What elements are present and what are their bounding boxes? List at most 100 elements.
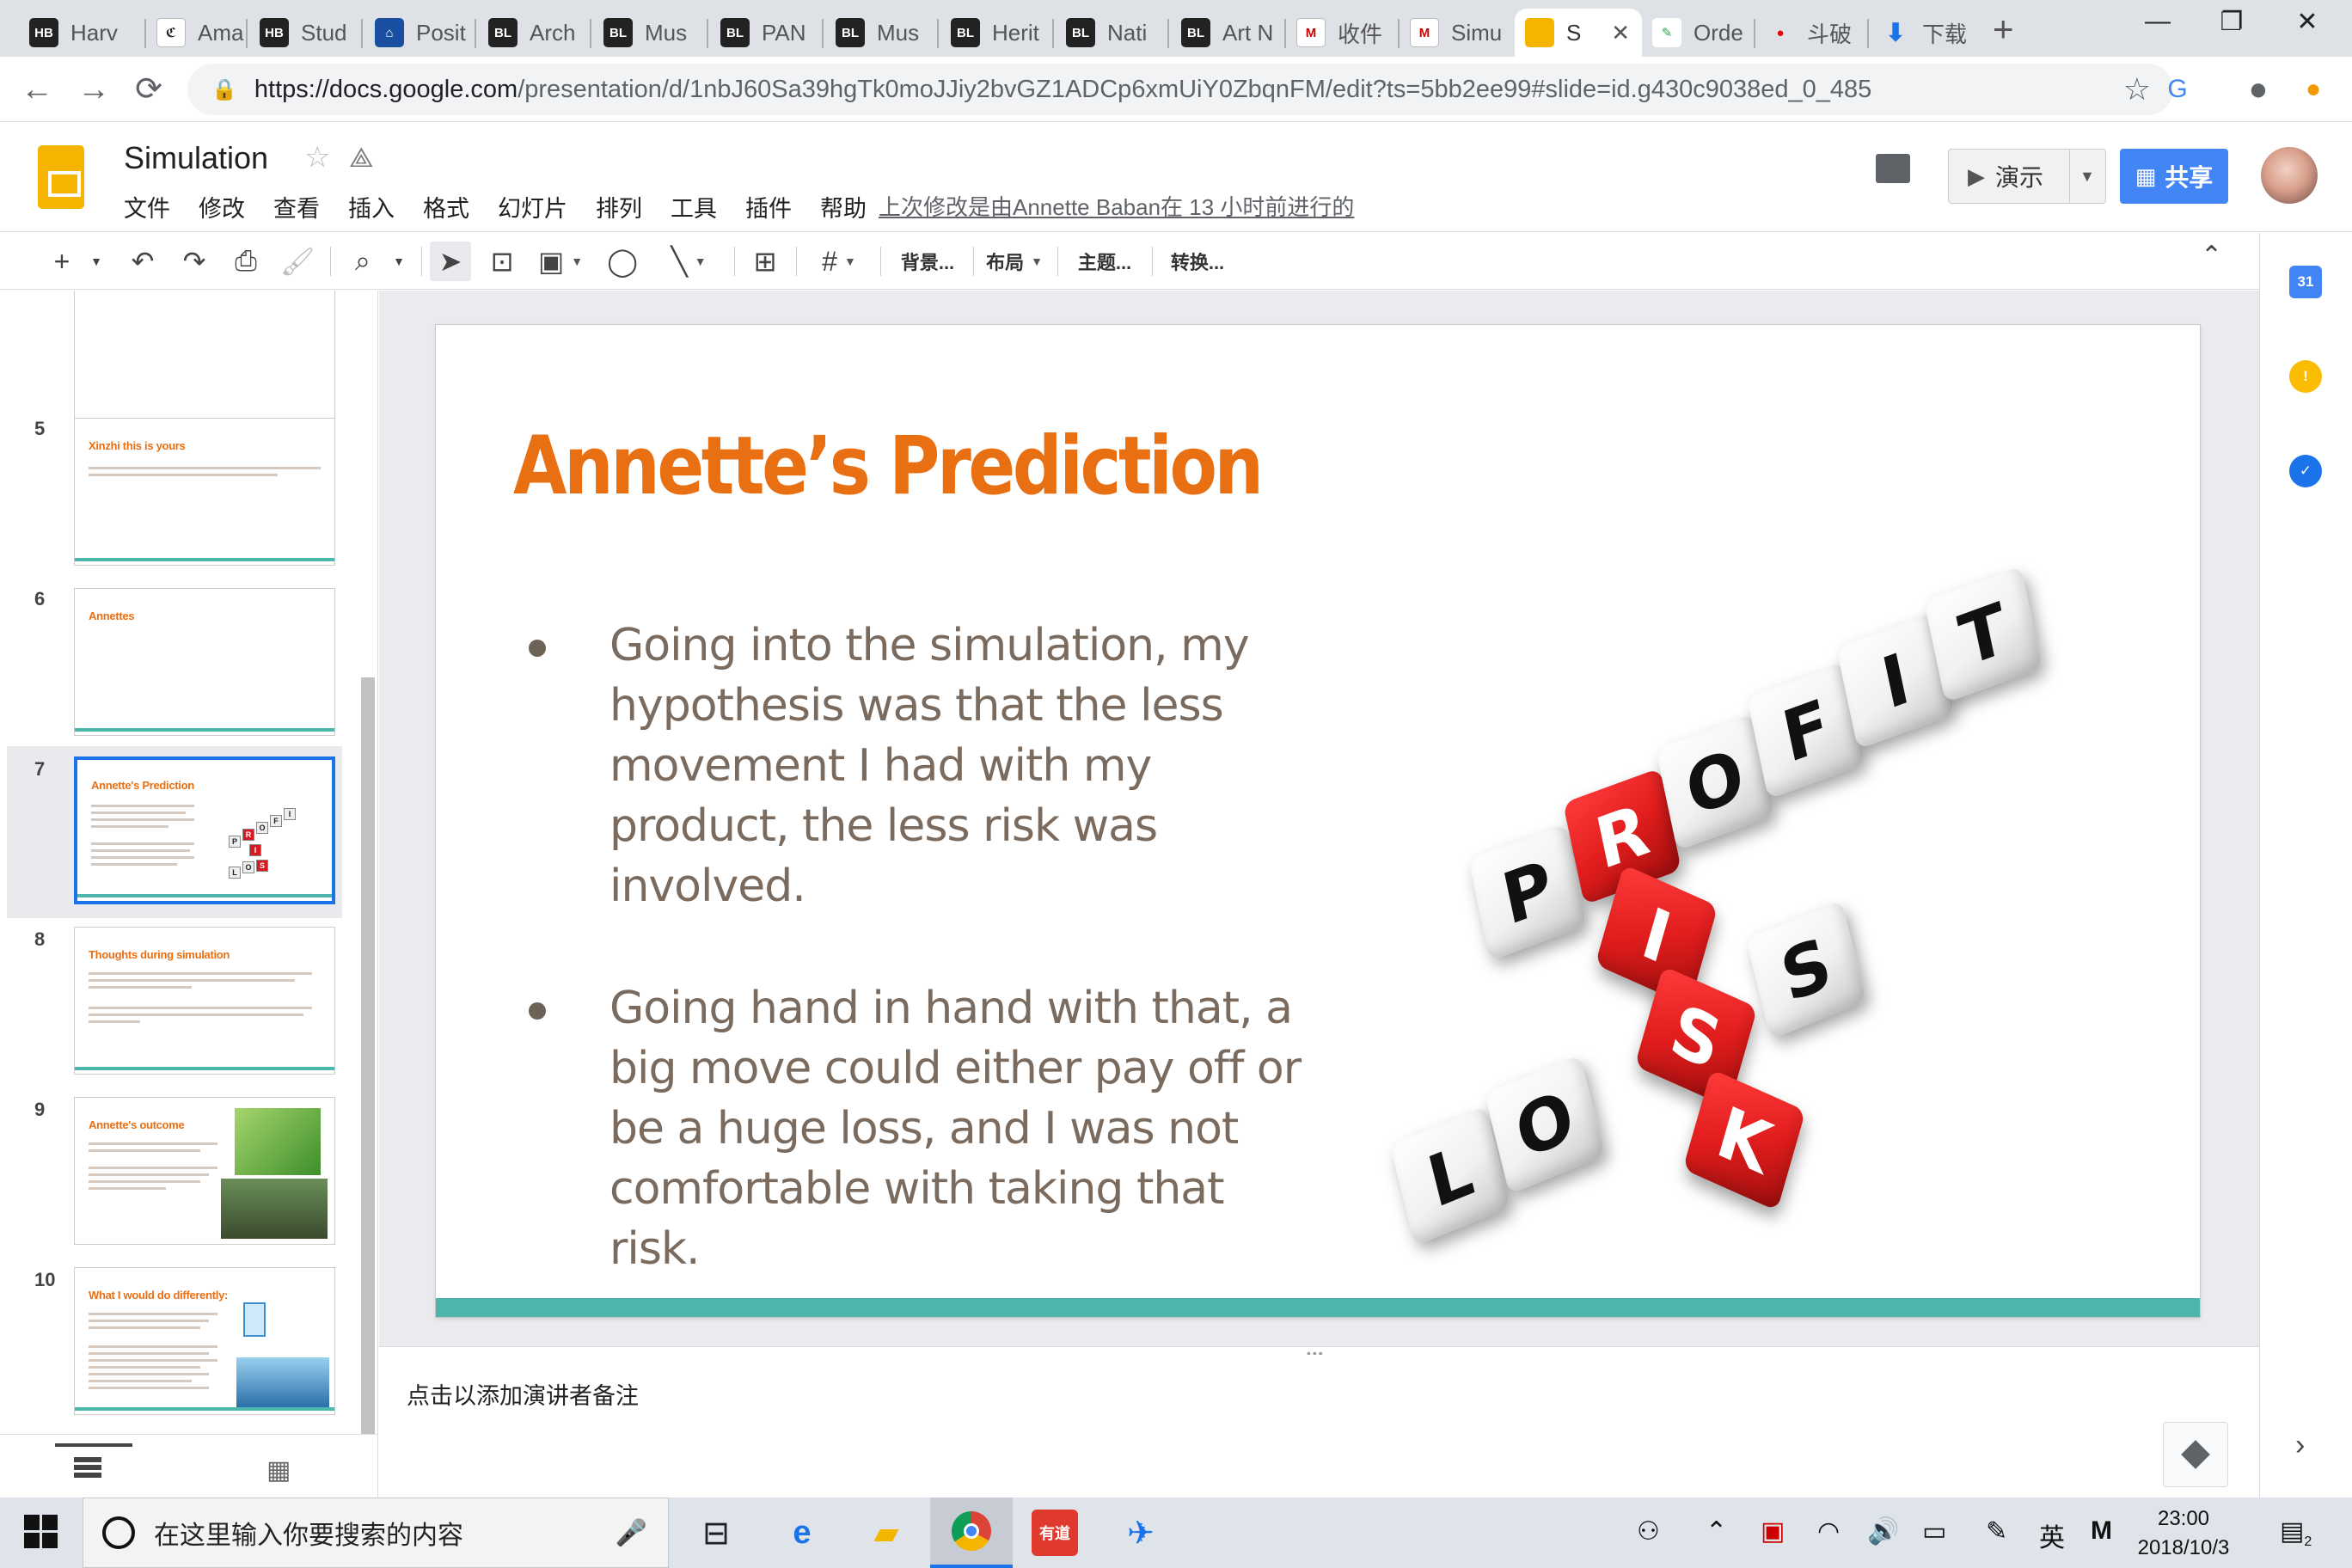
insert-image-icon[interactable]: ▣ ▼ [535, 242, 586, 281]
windows-start-icon[interactable] [24, 1515, 58, 1549]
profit-risk-loss-cubes-image[interactable]: P R O F I T I S K L O S [1373, 566, 2147, 1246]
people-icon[interactable]: ⚇ [1637, 1516, 1660, 1547]
menu-edit[interactable]: 修改 [199, 190, 245, 224]
menu-help[interactable]: 帮助 [820, 190, 867, 224]
volume-icon[interactable]: 🔊 [1867, 1516, 1899, 1547]
paint-format-icon[interactable]: 🖌 [279, 242, 316, 281]
text-box-icon[interactable]: ⊡ [483, 242, 521, 281]
back-button[interactable]: ← [15, 69, 58, 110]
wifi-icon[interactable]: ◠ [1817, 1516, 1840, 1547]
menu-addons[interactable]: 插件 [745, 190, 792, 224]
tab-download[interactable]: ⬇ 下载 [1871, 9, 1986, 57]
transition-button[interactable]: 转换... [1159, 242, 1236, 281]
slide-thumb-6[interactable]: Annettes [74, 588, 335, 736]
bullet-point-2[interactable]: Going hand in hand with that, a big move… [529, 978, 1320, 1279]
share-button[interactable]: ▦ 共享 [2120, 149, 2228, 204]
present-dropdown-icon[interactable]: ▼ [2079, 168, 2095, 186]
task-view-icon[interactable]: ⊟ [693, 1510, 739, 1556]
account-icon[interactable]: ● [2237, 69, 2280, 110]
layout-button[interactable]: 布局 ▼ [980, 242, 1049, 281]
taskbar-clock[interactable]: 23:00 2018/10/3 [2132, 1504, 2235, 1563]
slide-title[interactable]: Annette’s Prediction [513, 420, 1264, 513]
add-comment-icon[interactable]: ⊞ [746, 242, 784, 281]
speaker-notes[interactable]: 点击以添加演讲者备注 [379, 1355, 2259, 1498]
ime-mode-icon[interactable]: M [2091, 1516, 2112, 1546]
tasks-icon[interactable]: ✓ [2289, 455, 2322, 487]
tab-harv[interactable]: HB Harv [19, 9, 148, 57]
filmstrip-view-icon[interactable] [74, 1457, 101, 1478]
tab-mus[interactable]: BL Mus [593, 9, 708, 57]
menu-view[interactable]: 查看 [273, 190, 320, 224]
taskbar-search-input[interactable]: 在这里输入你要搜索的内容 🎤 [83, 1498, 669, 1568]
line-icon[interactable]: ╲ ▼ [657, 242, 720, 281]
tab-mus-2[interactable]: BL Mus [825, 9, 940, 57]
slide-canvas[interactable]: Annette’s Prediction Going into the simu… [436, 325, 2200, 1317]
feishu-icon[interactable]: ✈ [1118, 1510, 1164, 1556]
undo-icon[interactable]: ↶ [124, 242, 162, 281]
tab-orde[interactable]: ✎ Orde [1642, 9, 1757, 57]
tab-stud[interactable]: HB Stud [249, 9, 368, 57]
explore-button[interactable] [2163, 1422, 2228, 1487]
collapse-menus-icon[interactable]: ⌃ [2201, 241, 2222, 271]
guides-icon[interactable]: # ▼ [808, 242, 870, 281]
tab-posit[interactable]: ⌂ Posit [364, 9, 480, 57]
slide-thumb-7-selected[interactable]: Annette's Prediction P R O F I I S L O [74, 756, 335, 904]
zoom-icon[interactable]: ⌕ [344, 242, 382, 281]
tab-arch[interactable]: BL Arch [478, 9, 593, 57]
tab-art[interactable]: BL Art N [1171, 9, 1286, 57]
expand-side-panel-icon[interactable]: › [2295, 1429, 2305, 1462]
zoom-dropdown[interactable]: ▼ [389, 242, 409, 281]
tab-nati[interactable]: BL Nati [1056, 9, 1171, 57]
tab-pan[interactable]: BL PAN [710, 9, 825, 57]
slide-thumb-10[interactable]: What I would do differently: [74, 1267, 335, 1415]
file-explorer-icon[interactable]: ▰ [863, 1510, 910, 1556]
menu-arrange[interactable]: 排列 [596, 190, 642, 224]
minimize-button[interactable]: — [2132, 7, 2184, 36]
move-to-drive-icon[interactable]: ⟁ [349, 142, 374, 175]
microphone-icon[interactable]: 🎤 [616, 1518, 647, 1548]
edge-icon[interactable]: e [779, 1510, 825, 1556]
youdao-icon[interactable]: 有道 [1032, 1510, 1078, 1556]
tab-gmail-inbox[interactable]: M 收件 [1286, 9, 1401, 57]
restore-button[interactable]: ❐ [2206, 7, 2257, 37]
reload-button[interactable]: ⟳ [127, 69, 170, 110]
menu-slide[interactable]: 幻灯片 [498, 190, 567, 224]
menu-file[interactable]: 文件 [124, 190, 170, 224]
slides-logo-icon[interactable] [38, 145, 84, 209]
theme-button[interactable]: 主题... [1066, 242, 1143, 281]
chrome-taskbar-icon[interactable] [930, 1498, 1013, 1568]
battery-icon[interactable]: ▭ [1922, 1516, 1946, 1547]
comments-icon[interactable] [1876, 154, 1910, 183]
bookmark-star-icon[interactable]: ☆ [2123, 71, 2151, 107]
present-button[interactable]: ▶ 演示 ▼ [1948, 149, 2106, 204]
tab-doupo[interactable]: ● 斗破 [1755, 9, 1871, 57]
notification-center-icon[interactable]: ▤2 [2280, 1516, 2312, 1550]
new-tab-button[interactable]: + [1993, 9, 2014, 50]
pen-icon[interactable]: ✎ [1986, 1516, 2007, 1547]
new-slide-button[interactable]: + [43, 242, 81, 281]
menu-format[interactable]: 格式 [423, 190, 469, 224]
print-icon[interactable]: ⎙ [227, 242, 265, 281]
keep-icon[interactable]: ! [2289, 360, 2322, 393]
ime-indicator[interactable]: 英 [2039, 1516, 2065, 1554]
last-edit-link[interactable]: 上次修改是由Annette Baban在 13 小时前进行的 [879, 190, 1354, 222]
avatar[interactable] [2261, 147, 2318, 204]
close-tab-icon[interactable]: ✕ [1611, 20, 1630, 46]
select-tool-icon[interactable]: ➤ [430, 242, 471, 281]
url-input[interactable]: 🔒 https://docs.google.com/presentation/d… [187, 64, 2173, 115]
menu-tools[interactable]: 工具 [671, 190, 717, 224]
security-icon[interactable]: ▣ [1761, 1516, 1785, 1547]
background-button[interactable]: 背景... [889, 242, 966, 281]
menu-insert[interactable]: 插入 [348, 190, 395, 224]
close-window-button[interactable]: ✕ [2282, 7, 2333, 37]
redo-icon[interactable]: ↷ [175, 242, 213, 281]
alert-icon[interactable]: ● [2292, 69, 2335, 110]
tab-slides-active[interactable]: S ✕ [1515, 9, 1642, 57]
slide-thumb-9[interactable]: Annette's outcome [74, 1097, 335, 1245]
bullet-point-1[interactable]: Going into the simulation, my hypothesis… [529, 616, 1320, 916]
show-hidden-icons[interactable]: ⌃ [1706, 1516, 1727, 1547]
slide-thumb-5[interactable]: Xinzhi this is yours [74, 418, 335, 566]
new-slide-layout-dropdown[interactable]: ▼ [86, 242, 107, 281]
grid-view-icon[interactable]: ▦ [266, 1455, 291, 1485]
shape-icon[interactable]: ◯ [603, 242, 641, 281]
